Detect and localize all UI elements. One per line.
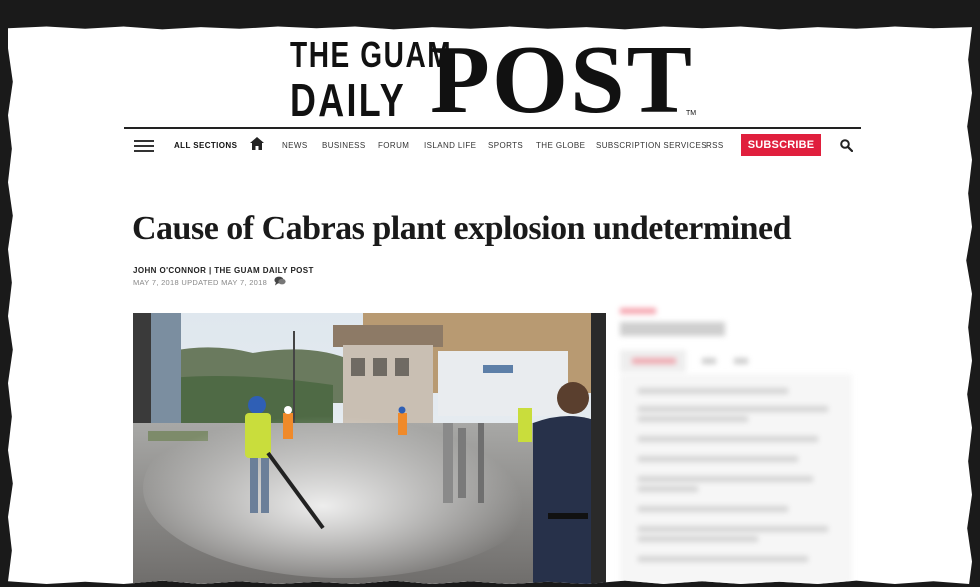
nav-item-sports[interactable]: SPORTS — [488, 141, 523, 150]
logo-line-1: THE GUAM — [290, 34, 453, 75]
hamburger-menu-icon[interactable] — [134, 140, 154, 153]
logo-trademark: TM — [686, 110, 697, 117]
sidebar-title — [620, 322, 725, 336]
sidebar-widget-blurred — [618, 306, 858, 584]
nav-all-sections[interactable]: ALL SECTIONS — [174, 141, 237, 150]
sidebar-section-tag — [620, 308, 656, 314]
sidebar-tab[interactable] — [702, 358, 716, 364]
home-icon[interactable] — [250, 137, 264, 150]
page-paper: THE GUAM DAILY POST TM ALL SECTIONS NEWS… — [8, 26, 972, 584]
logo-left-block: THE GUAM DAILY — [290, 34, 453, 126]
search-icon[interactable] — [840, 139, 853, 152]
logo-post-word: POST — [430, 26, 694, 134]
article-dates: MAY 7, 2018 UPDATED MAY 7, 2018 — [133, 278, 268, 287]
nav-item-the-globe[interactable]: THE GLOBE — [536, 141, 585, 150]
nav-item-news[interactable]: NEWS — [282, 141, 308, 150]
nav-item-forum[interactable]: FORUM — [378, 141, 409, 150]
nav-item-subscription-services[interactable]: SUBSCRIPTION SERVICES — [596, 141, 707, 150]
nav-item-business[interactable]: BUSINESS — [322, 141, 366, 150]
logo-line-2: DAILY — [290, 74, 407, 126]
sidebar-list-panel — [620, 374, 852, 584]
article-byline[interactable]: JOHN O'CONNOR | THE GUAM DAILY POST — [133, 266, 314, 275]
nav-item-island-life[interactable]: ISLAND LIFE — [424, 141, 476, 150]
masthead-logo[interactable]: THE GUAM DAILY POST TM — [290, 30, 710, 130]
main-navigation: ALL SECTIONS NEWS BUSINESS FORUM ISLAND … — [124, 129, 861, 161]
article-hero-photo[interactable] — [133, 313, 606, 584]
nav-item-rss[interactable]: RSS — [706, 141, 724, 150]
article-headline: Cause of Cabras plant explosion undeterm… — [132, 210, 792, 247]
sidebar-tab[interactable] — [734, 358, 748, 364]
subscribe-button[interactable]: SUBSCRIBE — [741, 134, 821, 156]
comment-bubble-icon[interactable] — [274, 276, 286, 286]
